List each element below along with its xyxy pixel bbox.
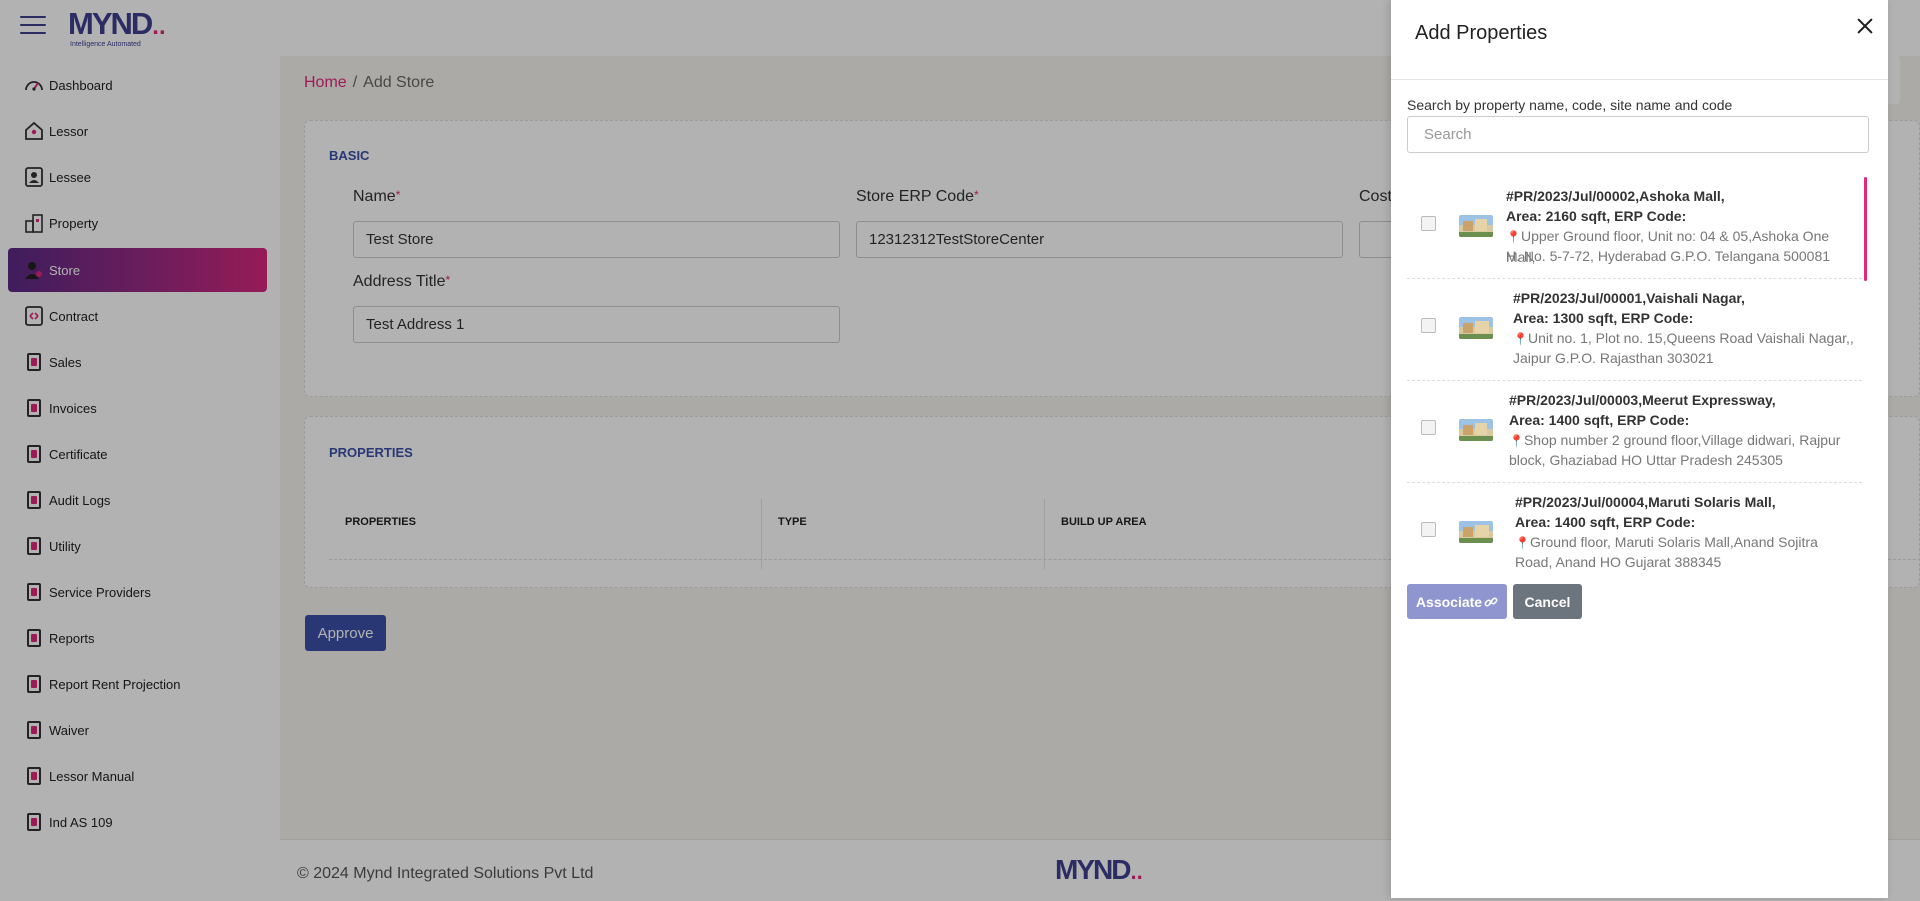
property-title: #PR/2023/Jul/00003,Meerut Expressway, [1509,392,1776,408]
property-title: #PR/2023/Jul/00001,Vaishali Nagar, [1513,290,1745,306]
property-checkbox[interactable] [1421,216,1436,231]
property-thumbnail [1459,317,1493,339]
search-input[interactable]: Search [1407,116,1869,153]
associate-label: Associate [1415,593,1483,610]
cancel-button[interactable]: Cancel [1513,584,1582,619]
map-pin-icon: 📍 [1509,434,1524,448]
property-title: #PR/2023/Jul/00002,Ashoka Mall, [1506,188,1725,204]
property-area: Area: 1300 sqft, ERP Code: [1513,310,1694,326]
property-list: #PR/2023/Jul/00002,Ashoka Mall, Area: 21… [1407,177,1869,572]
add-properties-panel: Add Properties Search by property name, … [1391,0,1888,898]
panel-title: Add Properties [1415,22,1548,44]
close-icon[interactable] [1853,14,1877,38]
map-pin-icon: 📍 [1515,536,1530,550]
property-checkbox[interactable] [1421,522,1436,537]
property-address: 📍Shop number 2 ground floor,Village didw… [1509,432,1841,448]
link-icon [1484,595,1498,609]
property-title: #PR/2023/Jul/00004,Maruti Solaris Mall, [1515,494,1776,510]
property-address-line2: Jaipur G.P.O. Rajasthan 303021 [1513,350,1714,366]
property-address-line2: block, Ghaziabad HO Uttar Pradesh 245305 [1509,452,1783,468]
list-scrollbar[interactable] [1864,177,1867,281]
list-item[interactable]: #PR/2023/Jul/00001,Vaishali Nagar, Area:… [1407,279,1862,381]
property-checkbox[interactable] [1421,318,1436,333]
property-thumbnail [1459,521,1493,543]
panel-header: Add Properties [1391,0,1888,80]
property-thumbnail [1459,419,1493,441]
property-checkbox[interactable] [1421,420,1436,435]
property-area: Area: 1400 sqft, ERP Code: [1509,412,1690,428]
property-address: 📍Ground floor, Maruti Solaris Mall,Anand… [1515,534,1818,550]
property-thumbnail [1459,215,1493,237]
map-pin-icon: 📍 [1506,230,1521,244]
list-item[interactable]: #PR/2023/Jul/00002,Ashoka Mall, Area: 21… [1407,177,1862,279]
property-address-line2: H. No. 5-7-72, Hyderabad G.P.O. Telangan… [1506,248,1831,264]
property-area: Area: 2160 sqft, ERP Code: [1506,208,1687,224]
list-item[interactable]: #PR/2023/Jul/00003,Meerut Expressway, Ar… [1407,381,1862,483]
search-label: Search by property name, code, site name… [1407,97,1733,113]
property-address-line2: Road, Anand HO Gujarat 388345 [1515,554,1722,570]
map-pin-icon: 📍 [1513,332,1528,346]
associate-button[interactable]: Associate [1407,584,1507,619]
property-address: 📍Unit no. 1, Plot no. 15,Queens Road Vai… [1513,330,1854,346]
property-area: Area: 1400 sqft, ERP Code: [1515,514,1696,530]
list-item[interactable]: #PR/2023/Jul/00004,Maruti Solaris Mall, … [1407,483,1862,572]
